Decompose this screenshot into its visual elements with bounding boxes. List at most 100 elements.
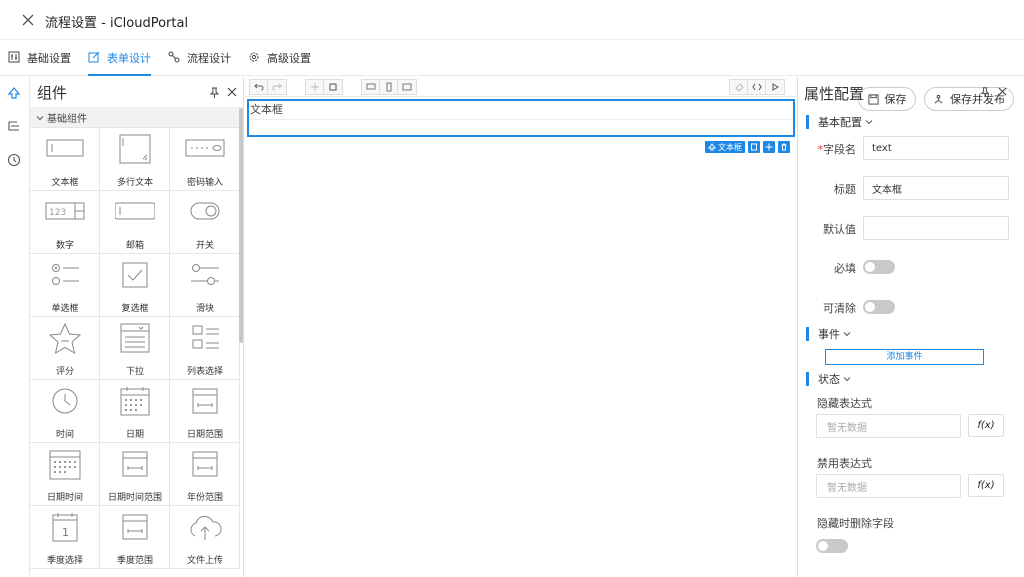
flow-icon	[168, 51, 180, 63]
clear-button[interactable]	[730, 80, 748, 94]
outline-icon[interactable]	[6, 119, 22, 135]
component-item[interactable]: 列表选择	[170, 317, 240, 380]
component-item[interactable]: 季度范围	[100, 506, 170, 569]
group-basic-components[interactable]: 基础组件	[30, 108, 243, 128]
component-label: 评分	[55, 367, 74, 377]
history-icon[interactable]	[6, 152, 22, 168]
components-icon[interactable]	[6, 85, 22, 101]
component-item[interactable]: 123 数字	[30, 191, 100, 254]
date-range-icon	[192, 388, 218, 414]
close-icon[interactable]	[226, 86, 238, 98]
components-panel-header: 组件	[30, 77, 243, 108]
component-item[interactable]: 滑块	[170, 254, 240, 317]
component-label: 季度选择	[46, 556, 83, 566]
field-name-input[interactable]: text	[863, 136, 1009, 160]
component-label: 时间	[55, 430, 74, 440]
scrollbar[interactable]	[239, 108, 243, 343]
hide-expression-fx-button[interactable]: f(x)	[968, 414, 1004, 437]
tab-flow-design[interactable]: 流程设计	[168, 50, 231, 76]
component-item[interactable]: 多行文本	[100, 128, 170, 191]
copy-icon	[751, 143, 757, 151]
add-event-button[interactable]: 添加事件	[825, 349, 984, 365]
title-input[interactable]: 文本框	[863, 176, 1009, 200]
eraser-icon	[734, 83, 744, 92]
component-item[interactable]: 文件上传	[170, 506, 240, 569]
tab-form-design[interactable]: 表单设计	[88, 50, 151, 76]
tab-label: 表单设计	[107, 52, 151, 65]
component-item[interactable]: 日期时间范围	[100, 443, 170, 506]
select-button[interactable]	[324, 80, 342, 94]
move-button[interactable]	[306, 80, 324, 94]
upload-icon	[190, 515, 222, 540]
undo-icon	[253, 83, 263, 91]
component-icon	[708, 143, 716, 151]
field-type-tag[interactable]: 文本框	[705, 141, 745, 153]
svg-text:1: 1	[62, 526, 69, 539]
disable-expression-fx-button[interactable]: f(x)	[968, 474, 1004, 497]
tablet-icon	[402, 83, 412, 91]
section-label: 状态	[818, 373, 840, 386]
section-basic-config[interactable]: 基本配置	[806, 115, 873, 129]
pin-icon[interactable]	[208, 86, 221, 99]
tablet-view-button[interactable]	[398, 80, 416, 94]
preview-button[interactable]	[766, 80, 784, 94]
component-item[interactable]: 时间	[30, 380, 100, 443]
default-value-input[interactable]	[863, 216, 1009, 240]
component-item[interactable]: 日期范围	[170, 380, 240, 443]
section-label: 事件	[818, 328, 840, 341]
component-item[interactable]: 日期	[100, 380, 170, 443]
quarter-range-icon	[122, 514, 148, 540]
preview-group	[729, 79, 785, 95]
component-label: 单选框	[51, 304, 79, 314]
disable-expression-input[interactable]: 暂无数据	[816, 474, 961, 498]
component-item[interactable]: 密码输入	[170, 128, 240, 191]
datetime-range-icon	[122, 451, 148, 477]
close-icon[interactable]	[18, 10, 38, 30]
component-label: 日期时间范围	[107, 493, 162, 503]
component-label: 日期时间	[46, 493, 83, 503]
clearable-toggle[interactable]	[863, 300, 895, 314]
delete-field-button[interactable]	[778, 141, 790, 153]
component-item[interactable]: 下拉	[100, 317, 170, 380]
component-item[interactable]: 1 季度选择	[30, 506, 100, 569]
component-item[interactable]: 年份范围	[170, 443, 240, 506]
email-icon	[115, 202, 155, 220]
tab-basic-settings[interactable]: 基础设置	[8, 50, 71, 76]
pin-icon[interactable]	[979, 86, 991, 98]
hide-delete-field-toggle[interactable]	[816, 539, 848, 553]
form-canvas[interactable]: 文本框 文本框	[245, 97, 797, 577]
component-item[interactable]: 开关	[170, 191, 240, 254]
code-button[interactable]	[748, 80, 766, 94]
component-label: 列表选择	[186, 367, 223, 377]
component-item[interactable]: 邮箱	[100, 191, 170, 254]
tab-advanced-settings[interactable]: 高级设置	[248, 50, 311, 76]
selected-text-field[interactable]: 文本框	[247, 99, 795, 137]
required-toggle[interactable]	[863, 260, 895, 274]
component-item[interactable]: 单选框	[30, 254, 100, 317]
mobile-view-button[interactable]	[380, 80, 398, 94]
redo-button[interactable]	[268, 80, 286, 94]
component-item[interactable]: 文本框	[30, 128, 100, 191]
section-state[interactable]: 状态	[806, 372, 851, 386]
close-icon[interactable]	[997, 86, 1008, 97]
field-input[interactable]	[249, 119, 793, 120]
canvas-toolbar	[245, 77, 797, 97]
move-field-button[interactable]	[763, 141, 775, 153]
section-label: 基本配置	[818, 116, 862, 129]
number-icon: 123	[45, 202, 85, 220]
undo-button[interactable]	[250, 80, 268, 94]
switch-icon	[190, 202, 220, 220]
hide-expression-input[interactable]: 暂无数据	[816, 414, 961, 438]
year-range-icon	[192, 451, 218, 477]
component-label: 开关	[195, 241, 214, 251]
component-item[interactable]: 日期时间	[30, 443, 100, 506]
section-events[interactable]: 事件	[806, 327, 851, 341]
checkbox-icon	[122, 262, 148, 288]
desktop-view-button[interactable]	[362, 80, 380, 94]
move-icon	[765, 143, 773, 151]
component-item[interactable]: 复选框	[100, 254, 170, 317]
component-label: 文件上传	[186, 556, 223, 566]
component-item[interactable]: 评分	[30, 317, 100, 380]
copy-field-button[interactable]	[748, 141, 760, 153]
desktop-icon	[366, 83, 375, 90]
